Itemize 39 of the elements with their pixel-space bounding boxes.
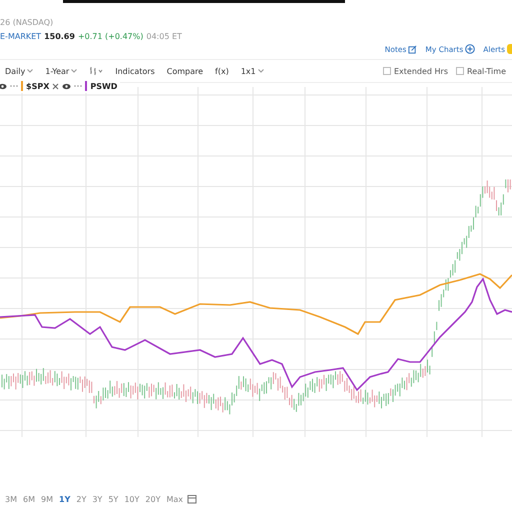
price-change: +0.71 (+0.47%): [78, 32, 144, 41]
caret-icon: [71, 69, 78, 73]
checkbox-label: Extended Hrs: [394, 66, 448, 76]
close-icon[interactable]: [52, 82, 60, 90]
range-button[interactable]: 3M: [3, 494, 19, 504]
toolbar-button[interactable]: Compare: [162, 66, 208, 76]
session-label: E-MARKET: [0, 32, 42, 41]
range-button[interactable]: 6M: [21, 494, 37, 504]
range-button[interactable]: 5Y: [106, 494, 120, 504]
range-button[interactable]: 20Y: [143, 494, 162, 504]
plus-circle-icon: [465, 44, 476, 54]
range-button[interactable]: Max: [164, 494, 186, 504]
dropdown-button[interactable]: Daily: [0, 66, 38, 76]
more-icon[interactable]: [74, 84, 82, 88]
caret-icon: [27, 69, 34, 73]
range-button[interactable]: 10Y: [122, 494, 142, 504]
series-symbol: $SPX: [26, 82, 50, 90]
range-button[interactable]: 1Y: [57, 494, 72, 504]
dropdown-button[interactable]: 1-Year: [40, 66, 82, 76]
quote-time: 04:05 ET: [146, 32, 182, 41]
range-button[interactable]: 9M: [39, 494, 55, 504]
calendar-icon[interactable]: [187, 494, 198, 504]
price: 150.69: [44, 32, 75, 41]
series-symbol: PSWD: [90, 82, 118, 90]
checkbox[interactable]: [383, 67, 391, 75]
range-button[interactable]: 3Y: [90, 494, 104, 504]
more-icon[interactable]: [10, 84, 18, 88]
toolbar-button[interactable]: Indicators: [110, 66, 160, 76]
exchange-label: 26 (NASDAQ): [0, 18, 54, 27]
checkbox-label: Real-Time: [467, 66, 506, 76]
dropdown-button[interactable]: 1x1: [236, 66, 269, 76]
edit-icon: [408, 44, 418, 54]
caret-icon: [258, 69, 264, 73]
eye-icon[interactable]: [62, 82, 72, 90]
alert-badge-icon: [507, 44, 512, 54]
toolbar-button[interactable]: f(x): [210, 66, 234, 76]
range-button[interactable]: 2Y: [74, 494, 88, 504]
checkbox[interactable]: [456, 67, 464, 75]
eye-icon[interactable]: [0, 82, 7, 90]
